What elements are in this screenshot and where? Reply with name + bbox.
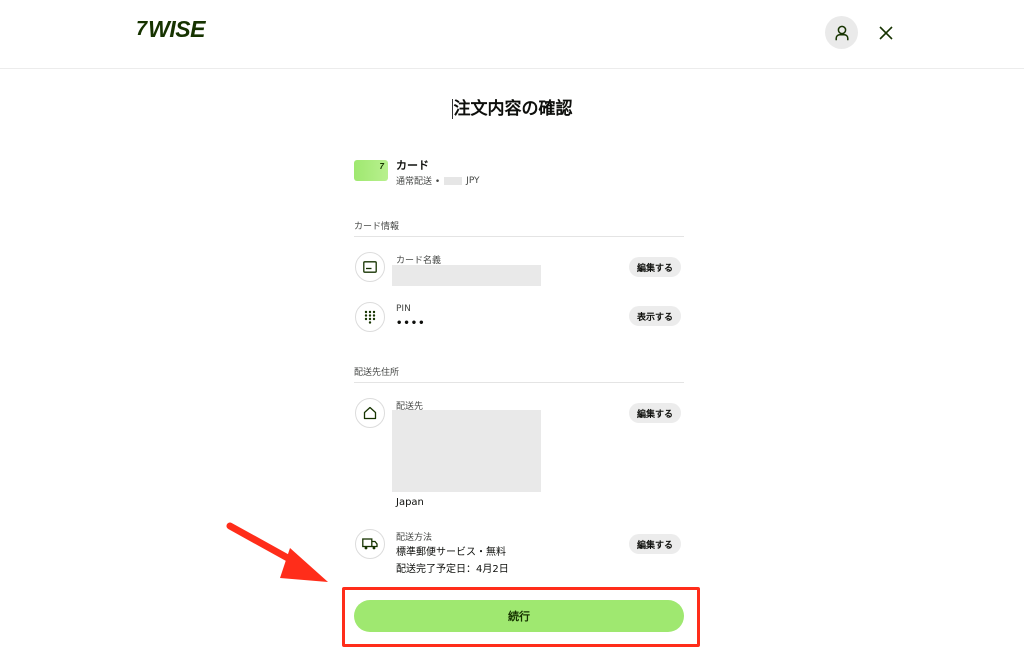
redacted-amount — [444, 176, 463, 185]
divider — [354, 236, 684, 237]
delivery-method-label: 配送方法 — [396, 533, 433, 543]
delivery-method-name: 標準郵便サービス・無料 — [396, 547, 506, 558]
delivery-eta: 配送完了予定日：4月2日 — [396, 564, 509, 575]
truck-icon — [362, 538, 378, 550]
close-icon — [879, 26, 893, 40]
section-label-shipping: 配送先住所 — [354, 368, 400, 378]
divider — [354, 382, 684, 383]
home-icon — [363, 406, 377, 420]
redacted-address — [392, 410, 541, 492]
page-title-text: 注文内容の確認 — [453, 99, 573, 119]
id-card-icon — [363, 261, 377, 273]
wise-logo[interactable]: 7 WISE — [136, 16, 205, 43]
text-caret — [451, 99, 453, 119]
section-label-card-info: カード情報 — [354, 222, 400, 232]
card-currency: JPY — [466, 175, 480, 186]
annotation-arrow-icon — [226, 522, 328, 582]
edit-address-button[interactable]: 編集する — [629, 403, 682, 423]
edit-delivery-method-button[interactable]: 編集する — [629, 534, 682, 554]
redacted-card-holder — [392, 265, 541, 286]
wise-logo-mark: 7 — [136, 18, 148, 40]
card-name-icon-wrap — [355, 252, 385, 282]
user-icon — [834, 25, 849, 40]
edit-card-holder-button[interactable]: 編集する — [629, 257, 682, 277]
keypad-icon — [364, 310, 376, 324]
card-thumb-mark: 7 — [379, 162, 384, 171]
address-country: Japan — [396, 497, 424, 508]
pin-value: •••• — [396, 318, 426, 329]
card-name: カード — [396, 159, 429, 172]
show-pin-button[interactable]: 表示する — [629, 306, 682, 326]
wise-logo-text: WISE — [148, 16, 205, 42]
delivery-icon-wrap — [355, 529, 385, 559]
pin-icon-wrap — [355, 302, 385, 332]
card-delivery-type: 通常配送 • — [396, 177, 441, 187]
top-bar: 7 WISE — [0, 0, 1024, 69]
pin-label: PIN — [396, 304, 411, 314]
close-button[interactable] — [874, 21, 898, 45]
account-button[interactable] — [825, 16, 858, 49]
card-thumbnail: 7 — [354, 160, 388, 181]
page-title: 注文内容の確認 — [0, 94, 1024, 119]
annotation-highlight-box — [342, 587, 700, 647]
card-subtitle: 通常配送 • JPY — [396, 174, 480, 188]
address-icon-wrap — [355, 398, 385, 428]
